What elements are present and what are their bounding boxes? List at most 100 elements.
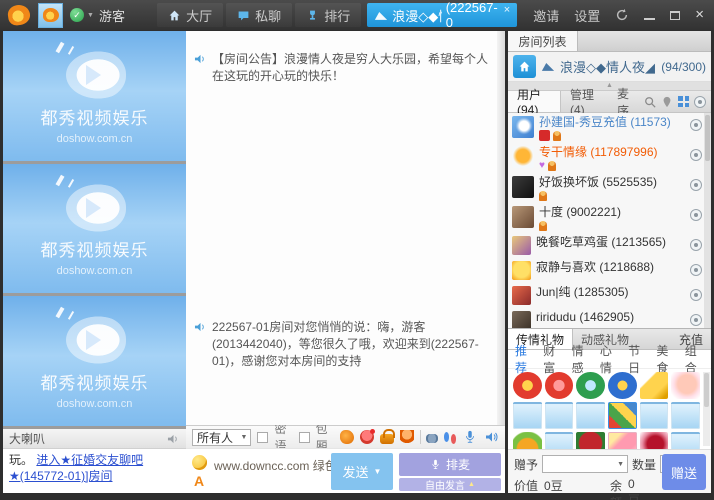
quantity-label: 数量 [632,456,656,473]
status-caret-icon[interactable]: ▼ [87,12,94,19]
gift-item-medal-heart[interactable] [545,372,574,399]
microphone-icon[interactable] [463,430,477,444]
search-icon[interactable] [644,96,656,108]
gift-item-box[interactable] [671,402,700,429]
user-avatar [512,176,534,198]
tab-private-chat[interactable]: 私聊 [226,3,292,27]
video-panel-url: doshow.com.cn [3,133,186,145]
give-to-select[interactable] [542,455,628,473]
room-tab-id: (222567-0 [446,0,498,30]
user-name: 十度 (9002221) [539,206,685,219]
webcam-view-icon[interactable] [694,96,706,108]
tab-lobby[interactable]: 大厅 [157,3,223,27]
user-camera-icon[interactable] [690,179,702,191]
gift-item-box[interactable] [545,402,574,429]
gift-item-box[interactable] [545,432,574,449]
titlebar-menu: 邀请 设置 × [533,6,704,25]
minimize-button[interactable] [644,18,655,20]
booth-checkbox[interactable] [299,432,310,443]
megaphone-header: 大喇叭 [3,429,186,449]
user-camera-icon[interactable] [690,314,702,326]
user-row[interactable]: riridudu (1462905) [508,308,704,328]
tab-users[interactable]: 用户(94) [508,91,561,112]
room-list-tab[interactable]: 房间列表 [508,31,578,51]
send-dropdown-icon[interactable]: ▼ [374,467,382,476]
user-camera-icon[interactable] [690,119,702,131]
gift-item-box[interactable] [576,402,605,429]
gift-item-gold-pen[interactable] [640,372,669,399]
tab-private-chat-label: 私聊 [255,6,281,25]
user-row[interactable]: 好饭换坏饭 (5525535) [508,173,704,203]
user-camera-icon[interactable] [690,239,702,251]
speaker-icon[interactable] [167,433,180,445]
speaker-icon[interactable] [485,430,499,444]
chat-scrollbar[interactable] [497,31,505,425]
user-name: 寂静与喜欢 (1218688) [536,261,685,274]
video-panel-1[interactable]: 都秀视频娱乐 doshow.com.cn [3,31,186,161]
toast-icon[interactable] [400,430,414,444]
lock-icon[interactable] [380,434,394,444]
gift-item-selected[interactable] [608,402,637,429]
user-row[interactable]: 孙建国-秀豆充值 (11573) [508,113,704,143]
tab-mic-order[interactable]: 麦序 [608,91,644,112]
mic-queue-button[interactable]: 排麦 [399,453,501,476]
audience-select[interactable]: 所有人 [192,429,251,446]
maximize-button[interactable] [670,11,680,20]
chat-message-welcome: 222567-01房间对您悄悄的说：嗨，游客(2013442040)，等您很久了… [194,319,489,370]
gift-item-fruit-basket[interactable] [513,432,542,449]
chat-message-announcement: 【房间公告】浪漫情人夜是穷人大乐园，希望每个人在这玩的开心玩的快乐！ [194,51,489,85]
gift-item-medal-red[interactable] [513,372,542,399]
rose-icon[interactable] [360,430,374,444]
video-panel-3[interactable]: 都秀视频娱乐 doshow.com.cn [3,296,186,426]
username-label[interactable]: 游客 [99,6,125,25]
grid-view-icon[interactable] [678,96,689,107]
tab-room-active[interactable]: 浪漫◇◆情人... (222567-0 × [367,3,517,27]
balloons-icon[interactable] [444,432,449,442]
app-window: ▼ 游客 大厅 私聊 排行 浪漫◇◆情人... (222567-0 × [0,0,714,500]
user-camera-icon[interactable] [690,149,702,161]
skin-refresh-icon[interactable] [615,8,629,22]
user-row[interactable]: Jun|纯 (1285305) [508,283,704,308]
gift-item-box[interactable] [640,402,669,429]
gift-item-box[interactable] [671,432,700,449]
greet-icon[interactable] [340,430,354,444]
location-pin-icon[interactable] [661,96,673,108]
online-status-icon[interactable] [70,8,84,22]
tab-ranking[interactable]: 排行 [295,3,361,27]
user-list-scrollbar[interactable] [704,113,711,328]
invite-button[interactable]: 邀请 [533,6,559,25]
room-home-button[interactable] [513,55,536,78]
gift-item-medal-blue[interactable] [608,372,637,399]
user-camera-icon[interactable] [690,209,702,221]
whisper-checkbox[interactable] [257,432,268,443]
avatar[interactable] [38,3,63,28]
free-talk-button[interactable]: 自由发言 [399,478,501,491]
room-tab-close-icon[interactable]: × [504,5,510,15]
user-row[interactable]: 十度 (9002221) [508,203,704,233]
current-room-row[interactable]: 浪漫◇◆情人夜◢... (94/300) [508,52,711,82]
gift-grid-scrollbar[interactable] [703,372,710,446]
video-panel-2[interactable]: 都秀视频娱乐 doshow.com.cn [3,164,186,294]
settings-button[interactable]: 设置 [574,6,600,25]
gift-item-couple[interactable] [608,432,637,449]
gift-item-rose-bouquet[interactable] [576,432,605,449]
tab-admins[interactable]: 管理(4) [561,91,608,112]
gift-item-box[interactable] [513,402,542,429]
close-button[interactable]: × [695,8,704,22]
user-camera-icon[interactable] [690,264,702,276]
user-row[interactable]: 专干情缘 (117897996) ♥ [508,143,704,173]
gift-send-button[interactable]: 赠送 [662,454,706,490]
emoji-picker-icon[interactable] [192,455,207,470]
gift-controls: 赠予 数量 1 价值 0豆 余额 0豆 赠送 [508,449,711,493]
titlebar: ▼ 游客 大厅 私聊 排行 浪漫◇◆情人... (222567-0 × [0,0,714,30]
gift-item-kiss[interactable] [640,432,669,449]
gift-item-pink-hand[interactable] [671,372,700,399]
send-button[interactable]: 发送▼ [331,453,393,490]
user-row[interactable]: 寂静与喜欢 (1218688) [508,258,704,283]
gift-categories: 推荐 财富 情感 心情 节日 美食 组合 [508,350,711,369]
gift-item-medal-green[interactable] [576,372,605,399]
user-row[interactable]: 晚餐吃草鸡蛋 (1213565) [508,233,704,258]
font-style-icon[interactable]: A [194,473,204,489]
screenshot-icon[interactable] [426,434,437,443]
user-camera-icon[interactable] [690,289,702,301]
